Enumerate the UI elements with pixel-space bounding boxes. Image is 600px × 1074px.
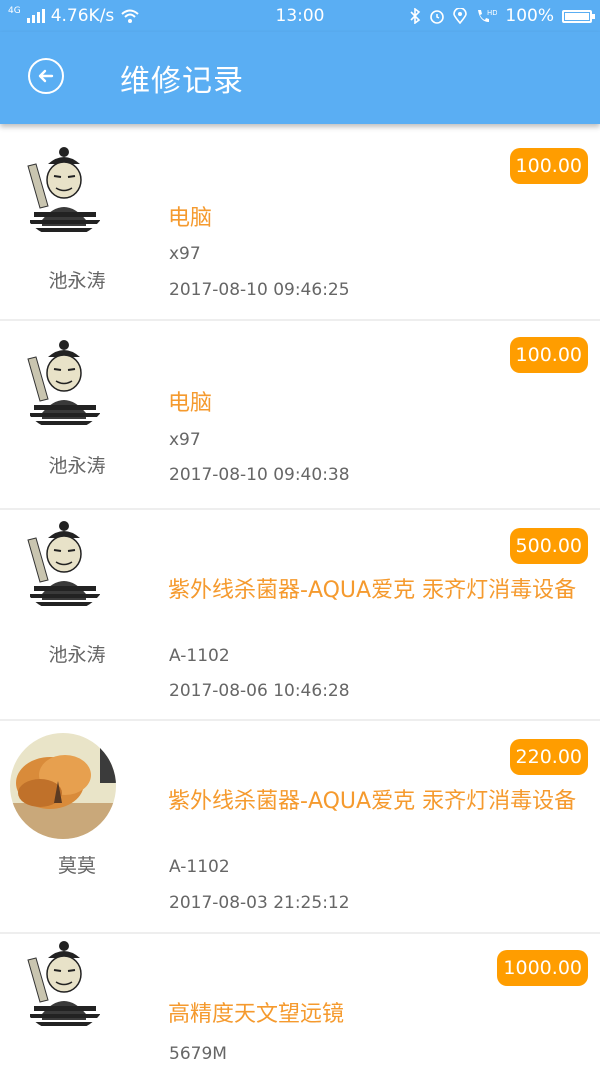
list-item[interactable]: 莫莫 220.00 紫外线杀菌器-AQUA爱克 汞齐灯消毒设备 A-1102 2… xyxy=(0,721,600,934)
svg-text:HD: HD xyxy=(487,9,497,17)
user-name: 池永涛 xyxy=(48,644,106,666)
record-date: 2017-08-03 21:25:12 xyxy=(169,893,350,913)
alarm-icon xyxy=(430,10,445,24)
price-badge: 100.00 xyxy=(509,148,588,184)
avatar xyxy=(18,940,110,1032)
price-badge: 500.00 xyxy=(509,528,588,564)
product-name: 紫外线杀菌器-AQUA爱克 汞齐灯消毒设备 xyxy=(168,578,577,603)
list-item[interactable]: 1000.00 高精度天文望远镜 5679M xyxy=(0,934,600,1074)
battery-fill xyxy=(565,12,589,20)
product-name: 紫外线杀菌器-AQUA爱克 汞齐灯消毒设备 xyxy=(168,789,577,814)
model-number: A-1102 xyxy=(169,857,230,877)
avatar xyxy=(18,339,110,431)
list-item[interactable]: 池永涛 100.00 电脑 x97 2017-08-10 09:46:25 xyxy=(0,124,600,321)
status-bar: 4G 4.76K/s 13:00 HD 100% xyxy=(0,0,600,32)
record-date: 2017-08-10 09:46:25 xyxy=(169,280,350,300)
record-date: 2017-08-10 09:40:38 xyxy=(169,465,350,485)
user-name: 池永涛 xyxy=(48,270,106,292)
back-button[interactable] xyxy=(28,58,64,94)
location-icon xyxy=(453,8,468,24)
user-name: 池永涛 xyxy=(48,455,106,477)
avatar xyxy=(10,733,116,839)
bluetooth-icon xyxy=(410,8,421,24)
autumn-tree-photo xyxy=(10,733,116,839)
model-number: x97 xyxy=(169,430,201,450)
app-bar: 维修记录 xyxy=(0,32,600,124)
avatar xyxy=(18,520,110,612)
repair-record-list: 池永涛 100.00 电脑 x97 2017-08-10 09:46:25 池永… xyxy=(0,124,600,1074)
back-arrow-icon xyxy=(38,69,54,83)
list-item[interactable]: 池永涛 100.00 电脑 x97 2017-08-10 09:40:38 xyxy=(0,321,600,510)
battery-percent: 100% xyxy=(505,6,554,26)
model-number: 5679M xyxy=(169,1044,227,1064)
price-badge: 1000.00 xyxy=(497,950,588,986)
page-title: 维修记录 xyxy=(120,64,244,99)
user-name: 莫莫 xyxy=(57,855,96,877)
product-name: 电脑 xyxy=(168,206,213,231)
price-badge: 100.00 xyxy=(509,337,588,373)
avatar xyxy=(18,146,110,238)
product-name: 电脑 xyxy=(168,391,213,416)
list-item[interactable]: 池永涛 500.00 紫外线杀菌器-AQUA爱克 汞齐灯消毒设备 A-1102 … xyxy=(0,510,600,721)
price-badge: 220.00 xyxy=(509,739,588,775)
product-name: 高精度天文望远镜 xyxy=(168,1002,345,1027)
record-date: 2017-08-06 10:46:28 xyxy=(169,681,350,701)
battery-icon xyxy=(562,9,595,23)
model-number: A-1102 xyxy=(169,646,230,666)
model-number: x97 xyxy=(169,244,201,264)
hd-call-icon: HD xyxy=(478,9,497,22)
